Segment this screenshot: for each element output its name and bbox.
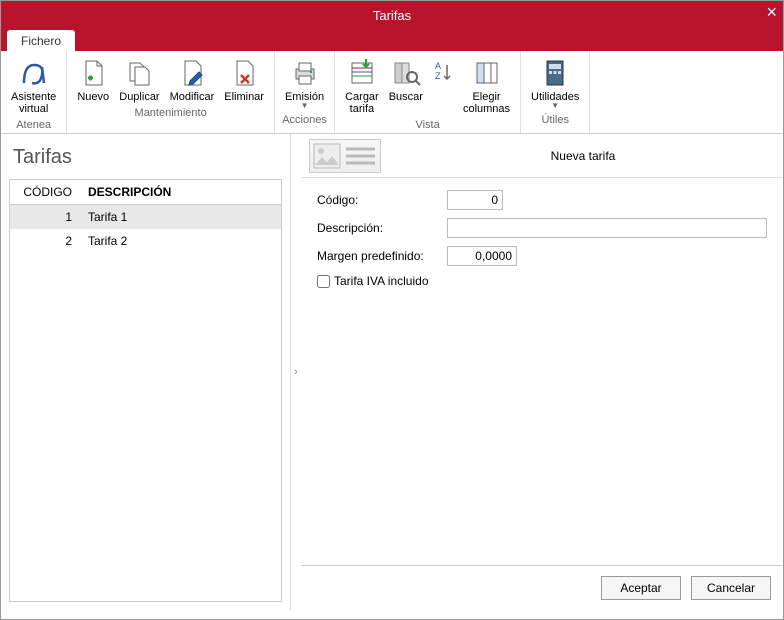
utilidades-button[interactable]: Utilidades ▼: [527, 55, 583, 112]
print-icon: [289, 57, 321, 89]
group-caption: Mantenimiento: [73, 107, 268, 119]
titlebar: Tarifas ×: [1, 1, 783, 29]
btn-label: Nuevo: [77, 91, 109, 103]
svg-text:A: A: [435, 61, 441, 71]
codigo-label: Código:: [317, 193, 447, 207]
close-icon[interactable]: ×: [766, 3, 777, 21]
btn-label: Asistente: [11, 91, 56, 103]
sort-button[interactable]: AZ: [429, 55, 457, 91]
cargar-tarifa-button[interactable]: Cargartarifa: [341, 55, 383, 117]
cell-code: 2: [10, 229, 80, 253]
table-row[interactable]: 2Tarifa 2: [10, 229, 281, 253]
detail-header: Nueva tarifa: [301, 134, 783, 178]
emision-button[interactable]: Emisión ▼: [281, 55, 328, 112]
edit-icon: [176, 57, 208, 89]
group-caption: Acciones: [281, 114, 328, 126]
search-icon: [390, 57, 422, 89]
page-title: Tarifas: [13, 146, 278, 169]
right-panel: Nueva tarifa Código: Descripción: Margen…: [301, 134, 783, 610]
descripcion-label: Descripción:: [317, 221, 447, 235]
eliminar-button[interactable]: Eliminar: [220, 55, 268, 105]
delete-icon: [228, 57, 260, 89]
btn-label: Modificar: [170, 91, 215, 103]
columns-icon: [471, 57, 503, 89]
descripcion-input[interactable]: [447, 218, 767, 238]
cell-desc: Tarifa 1: [80, 205, 281, 230]
alpha-icon: [18, 57, 50, 89]
btn-label: Duplicar: [119, 91, 159, 103]
margen-label: Margen predefinido:: [317, 249, 447, 263]
col-descripcion[interactable]: DESCRIPCIÓN: [80, 180, 281, 205]
content: Tarifas CÓDIGO DESCRIPCIÓN 1Tarifa 12Tar…: [1, 134, 783, 610]
iva-label: Tarifa IVA incluido: [334, 274, 429, 288]
aceptar-button[interactable]: Aceptar: [601, 576, 681, 600]
footer: Aceptar Cancelar: [301, 565, 783, 610]
elegir-columnas-button[interactable]: Elegircolumnas: [459, 55, 514, 117]
iva-checkbox[interactable]: [317, 275, 330, 288]
detail-form: Código: Descripción: Margen predefinido:…: [301, 178, 783, 308]
group-caption: Vista: [341, 119, 514, 131]
sort-icon: AZ: [433, 57, 453, 89]
buscar-button[interactable]: Buscar: [385, 55, 427, 105]
splitter-handle[interactable]: ›: [291, 134, 301, 610]
ribbon: Asistentevirtual Atenea Nuevo Duplicar: [1, 51, 783, 134]
new-doc-icon: [77, 57, 109, 89]
modificar-button[interactable]: Modificar: [166, 55, 219, 105]
table-row[interactable]: 1Tarifa 1: [10, 205, 281, 230]
group-caption: Atenea: [7, 119, 60, 131]
load-icon: [346, 57, 378, 89]
tarifas-grid[interactable]: CÓDIGO DESCRIPCIÓN 1Tarifa 12Tarifa 2: [9, 179, 282, 602]
asistente-virtual-button[interactable]: Asistentevirtual: [7, 55, 60, 117]
nuevo-button[interactable]: Nuevo: [73, 55, 113, 105]
codigo-input[interactable]: [447, 190, 503, 210]
duplicate-icon: [123, 57, 155, 89]
calculator-icon: [539, 57, 571, 89]
svg-text:Z: Z: [435, 71, 441, 81]
duplicar-button[interactable]: Duplicar: [115, 55, 163, 105]
chevron-down-icon: ▼: [551, 101, 559, 110]
detail-title: Nueva tarifa: [391, 149, 775, 163]
thumbnail-icon: [309, 139, 381, 173]
btn-label: Eliminar: [224, 91, 264, 103]
margen-input[interactable]: [447, 246, 517, 266]
btn-label: Buscar: [389, 91, 423, 103]
window-title: Tarifas: [1, 8, 783, 23]
cell-desc: Tarifa 2: [80, 229, 281, 253]
left-panel: Tarifas CÓDIGO DESCRIPCIÓN 1Tarifa 12Tar…: [1, 134, 291, 610]
chevron-down-icon: ▼: [301, 101, 309, 110]
tab-fichero[interactable]: Fichero: [7, 30, 75, 51]
cell-code: 1: [10, 205, 80, 230]
group-caption: Útiles: [527, 114, 583, 126]
tabstrip: Fichero: [1, 29, 783, 51]
cancelar-button[interactable]: Cancelar: [691, 576, 771, 600]
col-codigo[interactable]: CÓDIGO: [10, 180, 80, 205]
